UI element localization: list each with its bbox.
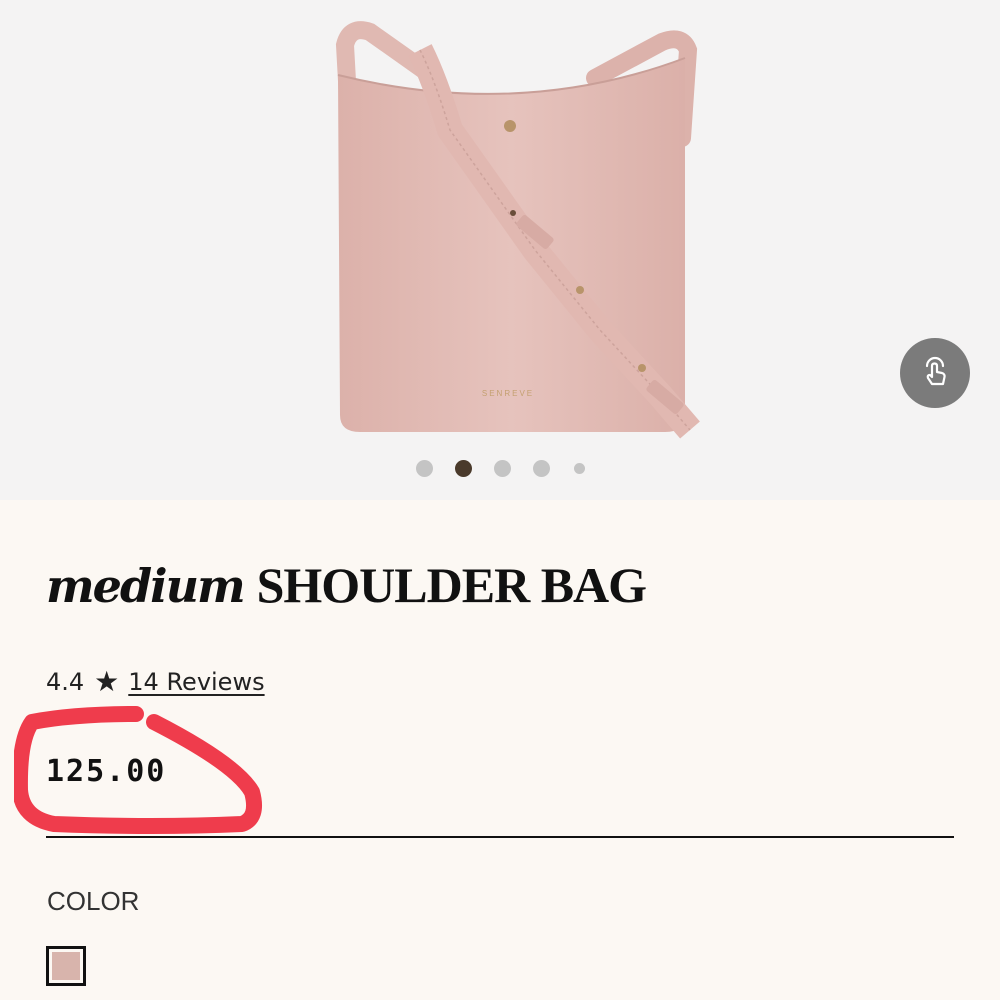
product-image[interactable]: SENREVE <box>270 20 770 460</box>
hand-pointer-icon <box>925 356 946 386</box>
star-icon: ★ <box>94 665 120 698</box>
carousel-dot[interactable] <box>493 460 511 477</box>
interact-button[interactable] <box>900 338 970 408</box>
price-block: 125.00 <box>14 700 264 840</box>
reviews-link[interactable]: 14 Reviews <box>128 668 264 696</box>
product-title-name: SHOULDER BAG <box>256 557 647 613</box>
product-gallery[interactable]: SENREVE <box>0 0 1000 500</box>
carousel-dot[interactable] <box>532 460 550 477</box>
rating-value: 4.4 <box>46 668 85 696</box>
product-title: medium SHOULDER BAG <box>46 557 647 613</box>
carousel-dot[interactable] <box>573 463 585 474</box>
divider <box>46 836 954 838</box>
rating-row: 4.4 ★ 14 Reviews <box>46 665 265 698</box>
carousel-dots <box>0 460 1000 477</box>
carousel-dot-active[interactable] <box>454 460 472 477</box>
product-title-size: medium <box>46 559 246 613</box>
bag-brand-text: SENREVE <box>482 389 534 398</box>
price: 125.00 <box>46 754 167 789</box>
color-label: COLOR <box>47 886 140 916</box>
swatch-fill <box>52 952 80 980</box>
color-swatch-blush[interactable] <box>46 946 86 986</box>
carousel-dot[interactable] <box>415 460 433 477</box>
